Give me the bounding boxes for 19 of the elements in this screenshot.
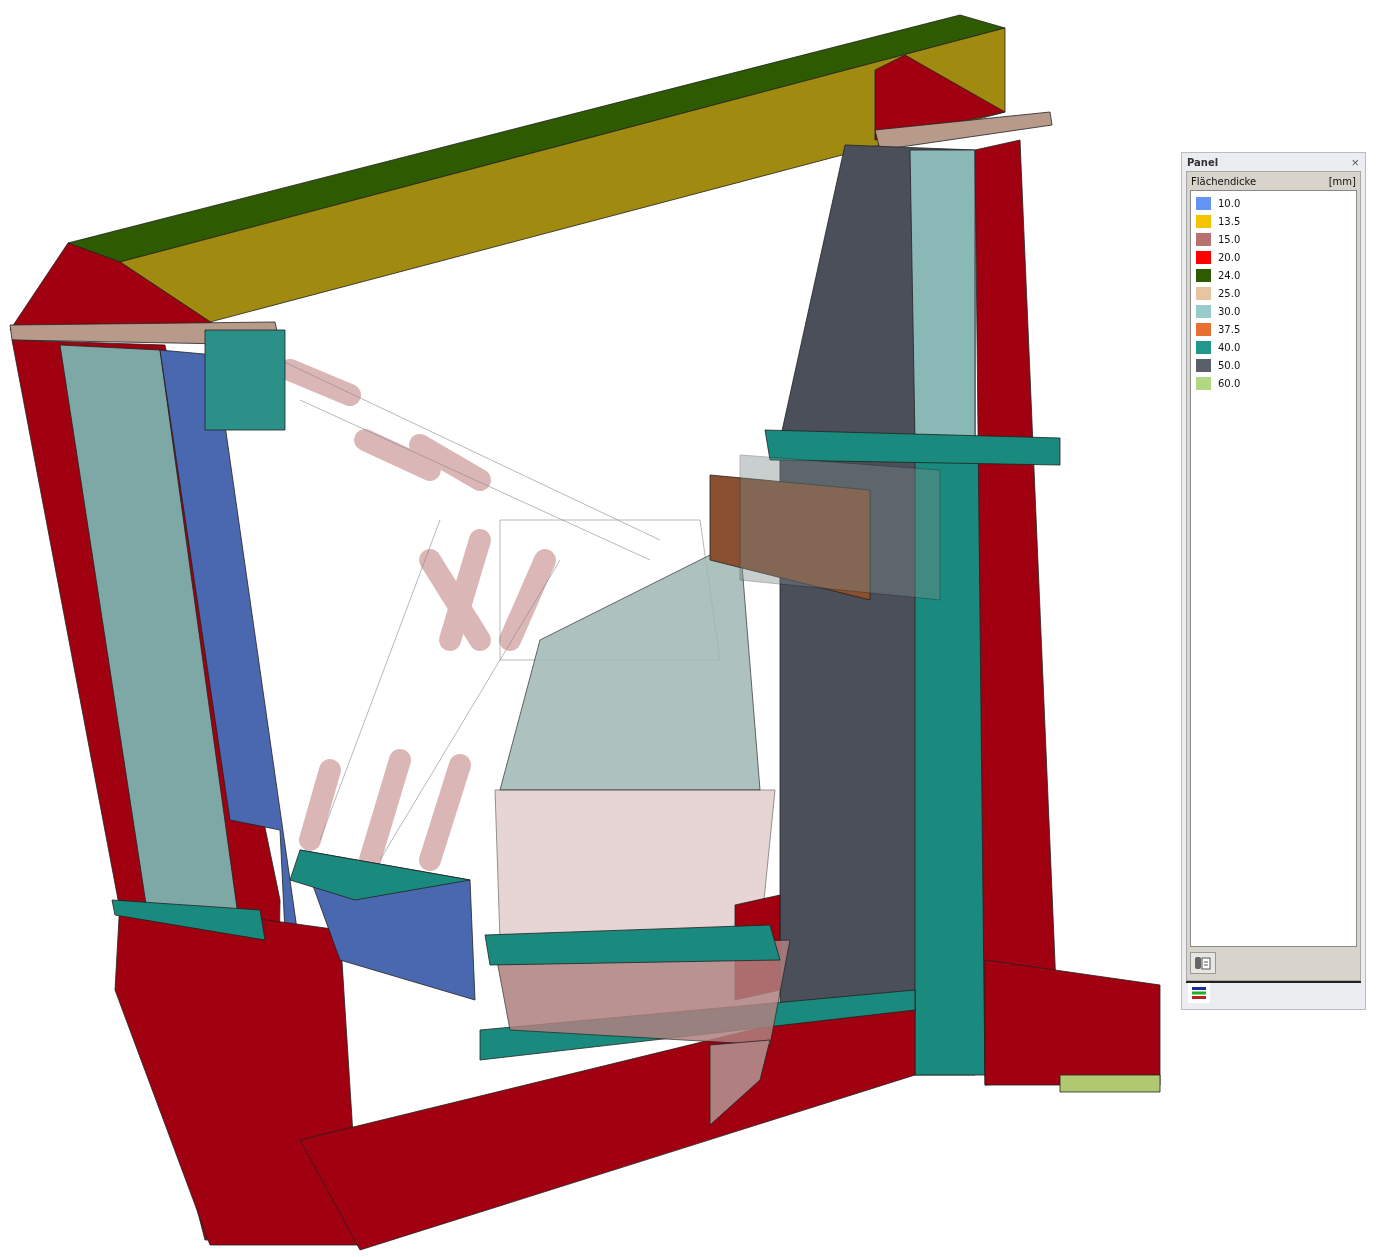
legend-tab[interactable]	[1188, 983, 1210, 1003]
legend-value: 25.0	[1218, 287, 1241, 299]
legend-value: 20.0	[1218, 251, 1241, 263]
legend-value: 10.0	[1218, 197, 1241, 209]
panel-title: Panel	[1187, 157, 1219, 168]
legend-value: 24.0	[1218, 269, 1241, 281]
legend-value: 60.0	[1218, 377, 1241, 389]
legend-value: 13.5	[1218, 215, 1241, 227]
legend-unit: [mm]	[1328, 176, 1356, 187]
legend-value: 15.0	[1218, 233, 1241, 245]
legend-value: 37.5	[1218, 323, 1241, 335]
legend-value: 40.0	[1218, 341, 1241, 353]
legend-title: Flächendicke	[1191, 176, 1257, 187]
legend-value: 30.0	[1218, 305, 1241, 317]
legend-value: 50.0	[1218, 359, 1241, 371]
settings-button[interactable]	[1190, 952, 1216, 974]
color-bars-icon	[1191, 986, 1207, 1000]
document-icon	[1194, 955, 1212, 971]
close-button[interactable]: ×	[1349, 156, 1361, 169]
